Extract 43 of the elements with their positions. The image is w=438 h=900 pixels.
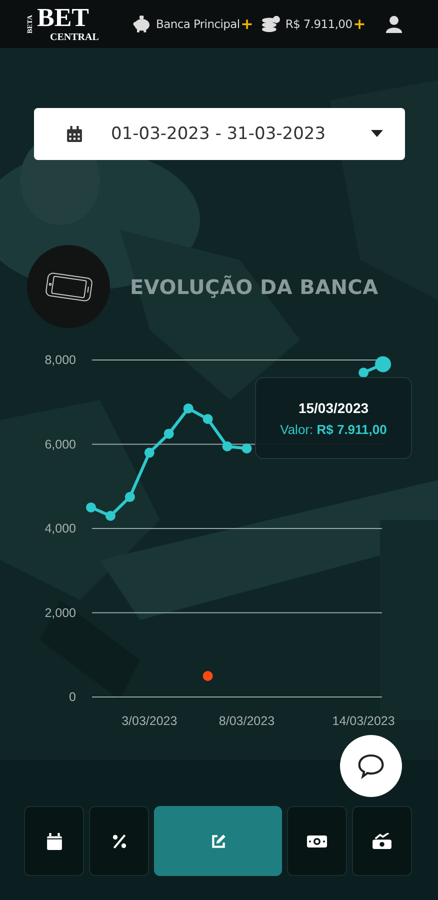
data-point bbox=[202, 670, 213, 681]
y-axis-label: 4,000 bbox=[44, 522, 76, 536]
y-axis-label: 2,000 bbox=[44, 606, 76, 620]
data-point bbox=[358, 368, 369, 378]
piggy-bank-icon[interactable] bbox=[132, 15, 152, 33]
user-icon[interactable] bbox=[384, 15, 404, 33]
phone-icon bbox=[44, 270, 94, 302]
section-title: EVOLUÇÃO DA BANCA bbox=[130, 274, 378, 298]
edit-icon bbox=[210, 832, 226, 850]
calendar-icon bbox=[66, 126, 83, 142]
date-range-picker[interactable]: 01-03-2023 - 31-03-2023 bbox=[34, 108, 405, 160]
coins-icon bbox=[261, 15, 282, 33]
data-point bbox=[242, 443, 252, 454]
data-point bbox=[86, 502, 96, 512]
chat-bubble-icon bbox=[357, 752, 385, 780]
calendar-icon bbox=[46, 832, 62, 850]
cash-growth-icon bbox=[371, 832, 393, 850]
bank-name[interactable]: Banca Principal bbox=[156, 17, 240, 31]
x-axis-label: 8/03/2023 bbox=[218, 714, 275, 728]
y-axis-label: 6,000 bbox=[44, 437, 76, 452]
caret-icon bbox=[371, 130, 383, 138]
data-point bbox=[183, 403, 194, 414]
nav-growth-button[interactable] bbox=[352, 806, 412, 876]
balance-amount: R$ 7.911,00 bbox=[285, 17, 352, 31]
banknote-icon bbox=[306, 832, 328, 850]
y-axis-label: 0 bbox=[69, 690, 76, 704]
tooltip-value: Valor: R$ 7.911,00 bbox=[280, 422, 387, 436]
data-point bbox=[124, 492, 135, 502]
tooltip-date: 15/03/2023 bbox=[298, 400, 369, 416]
data-point bbox=[375, 356, 391, 372]
y-axis-label: 8,000 bbox=[44, 353, 76, 367]
data-point bbox=[222, 441, 232, 452]
data-point bbox=[202, 414, 213, 424]
add-balance-link[interactable]: + bbox=[353, 15, 366, 33]
x-axis-label: 3/03/2023 bbox=[122, 714, 178, 728]
x-axis-label: 14/03/2023 bbox=[332, 714, 395, 728]
percent-icon bbox=[110, 832, 128, 850]
nav-money-button[interactable] bbox=[287, 806, 347, 876]
data-point bbox=[105, 510, 116, 521]
add-bank-link[interactable]: + bbox=[240, 15, 254, 33]
data-point bbox=[164, 428, 174, 439]
nav-calendar-button[interactable] bbox=[24, 806, 84, 876]
data-point bbox=[144, 448, 154, 458]
